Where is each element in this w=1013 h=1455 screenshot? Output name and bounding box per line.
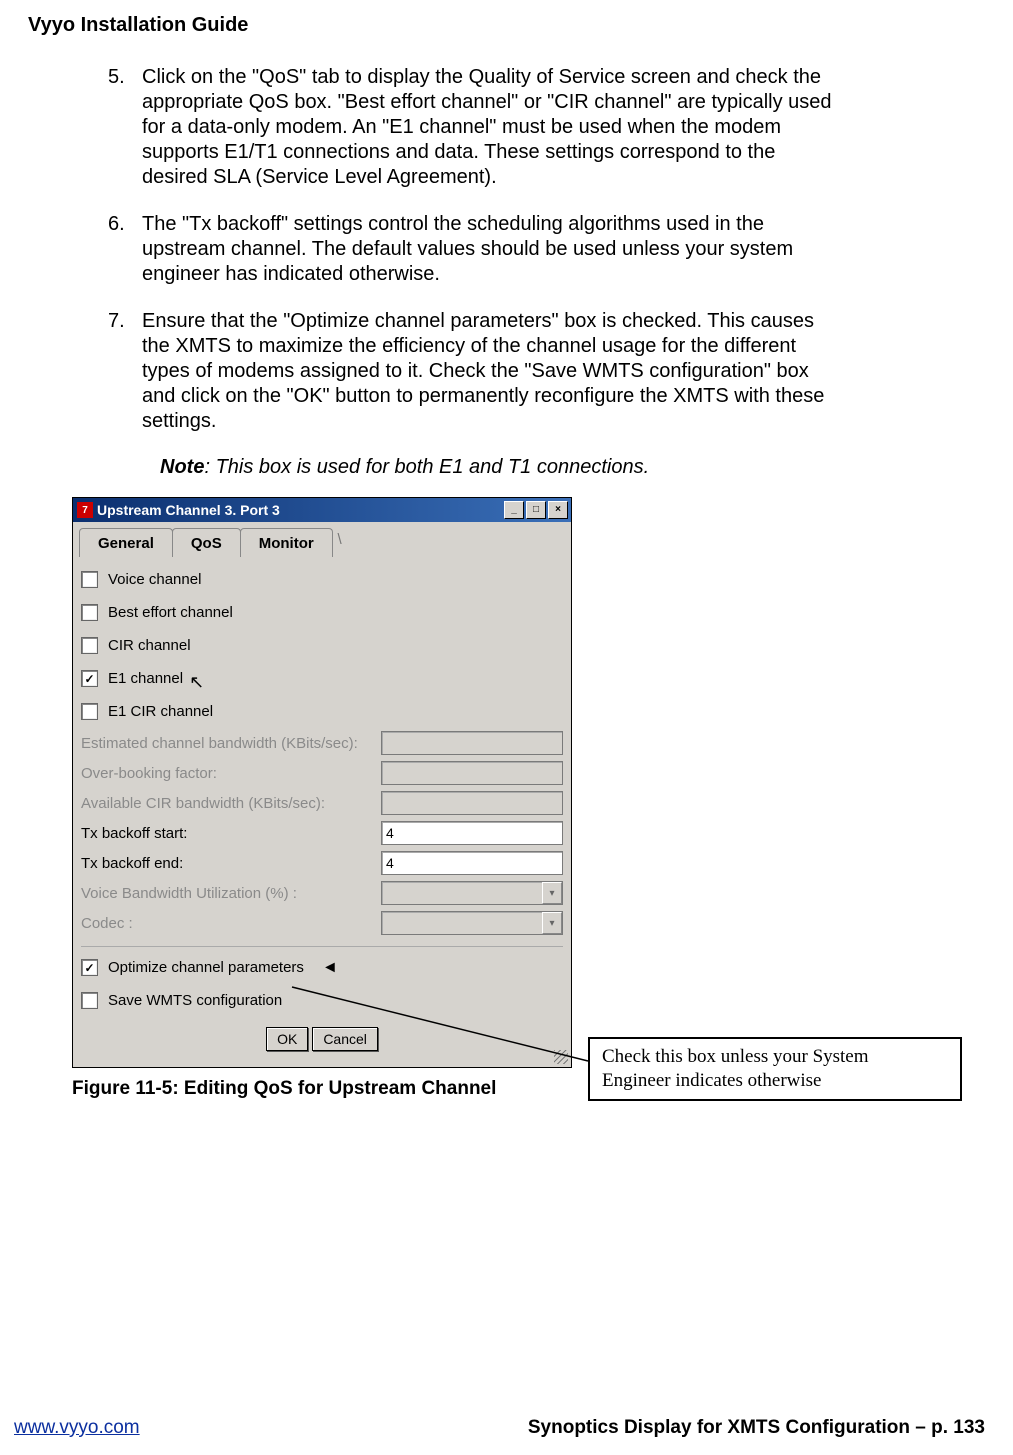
page-header: Vyyo Installation Guide xyxy=(28,14,985,37)
checkbox-label: E1 CIR channel xyxy=(108,703,213,720)
cancel-button[interactable]: Cancel xyxy=(312,1027,378,1051)
note-text: : This box is used for both E1 and T1 co… xyxy=(204,456,649,478)
field-overbooking: Over-booking factor: xyxy=(81,758,563,788)
checkbox-icon[interactable] xyxy=(81,703,98,720)
arrowhead-icon: ◄ xyxy=(322,959,338,977)
checkbox-row-best-effort[interactable]: Best effort channel xyxy=(81,596,563,629)
separator xyxy=(81,946,563,947)
checkbox-icon[interactable]: ✓ xyxy=(81,670,98,687)
checkbox-icon[interactable]: ✓ xyxy=(81,959,98,976)
note-line: Note: This box is used for both E1 and T… xyxy=(28,456,985,479)
list-text: Ensure that the "Optimize channel parame… xyxy=(142,309,845,434)
tab-label: General xyxy=(98,535,154,552)
field-tx-backoff-end: Tx backoff end: 4 xyxy=(81,848,563,878)
list-number: 6. xyxy=(108,212,142,287)
field-estimated-bandwidth: Estimated channel bandwidth (KBits/sec): xyxy=(81,728,563,758)
list-number: 5. xyxy=(108,65,142,190)
callout-box: Check this box unless your System Engine… xyxy=(588,1037,962,1101)
checkbox-label: E1 channel xyxy=(108,670,183,687)
text-input[interactable]: 4 xyxy=(381,851,563,875)
window-title: Upstream Channel 3. Port 3 xyxy=(97,502,280,518)
field-label: Estimated channel bandwidth (KBits/sec): xyxy=(81,735,381,752)
resize-grip-icon[interactable] xyxy=(554,1050,568,1064)
dropdown-input: ▾ xyxy=(381,911,563,935)
callout-text: Engineer indicates otherwise xyxy=(602,1069,948,1093)
list-item: 6. The "Tx backoff" settings control the… xyxy=(108,212,845,287)
dialog-window: 7 Upstream Channel 3. Port 3 _ □ × Gener… xyxy=(72,497,572,1068)
list-number: 7. xyxy=(108,309,142,434)
checkbox-row-save[interactable]: Save WMTS configuration xyxy=(81,984,563,1017)
app-icon: 7 xyxy=(77,502,93,518)
instruction-list: 5. Click on the "QoS" tab to display the… xyxy=(28,65,985,434)
tab-general[interactable]: General\ xyxy=(79,528,173,557)
checkbox-row-voice[interactable]: Voice channel xyxy=(81,563,563,596)
tab-label: QoS xyxy=(191,535,222,552)
checkbox-icon[interactable] xyxy=(81,571,98,588)
checkbox-row-optimize[interactable]: ✓ Optimize channel parameters ◄ xyxy=(81,951,563,984)
checkbox-label: Best effort channel xyxy=(108,604,233,621)
callout-text: Check this box unless your System xyxy=(602,1045,948,1069)
list-text: Click on the "QoS" tab to display the Qu… xyxy=(142,65,845,190)
list-text: The "Tx backoff" settings control the sc… xyxy=(142,212,845,287)
chevron-down-icon: ▾ xyxy=(542,912,562,934)
text-input[interactable]: 4 xyxy=(381,821,563,845)
field-tx-backoff-start: Tx backoff start: 4 xyxy=(81,818,563,848)
field-label: Over-booking factor: xyxy=(81,765,381,782)
list-item: 7. Ensure that the "Optimize channel par… xyxy=(108,309,845,434)
field-label: Tx backoff start: xyxy=(81,825,381,842)
field-codec: Codec : ▾ xyxy=(81,908,563,938)
checkbox-icon[interactable] xyxy=(81,992,98,1009)
tab-monitor[interactable]: Monitor\ xyxy=(240,528,333,557)
chevron-down-icon: ▾ xyxy=(542,882,562,904)
cursor-icon: ↖ xyxy=(189,672,204,693)
checkbox-label: CIR channel xyxy=(108,637,191,654)
checkbox-icon[interactable] xyxy=(81,604,98,621)
field-label: Tx backoff end: xyxy=(81,855,381,872)
field-label: Available CIR bandwidth (KBits/sec): xyxy=(81,795,381,812)
minimize-icon[interactable]: _ xyxy=(504,501,524,519)
checkbox-row-e1-cir[interactable]: E1 CIR channel xyxy=(81,695,563,728)
field-available-cir: Available CIR bandwidth (KBits/sec): xyxy=(81,788,563,818)
footer-url[interactable]: www.vyyo.com xyxy=(14,1417,140,1439)
dropdown-input: ▾ xyxy=(381,881,563,905)
checkbox-label: Voice channel xyxy=(108,571,201,588)
field-voice-utilization: Voice Bandwidth Utilization (%) : ▾ xyxy=(81,878,563,908)
note-label: Note xyxy=(160,456,204,478)
text-input xyxy=(381,791,563,815)
checkbox-icon[interactable] xyxy=(81,637,98,654)
checkbox-row-cir[interactable]: CIR channel xyxy=(81,629,563,662)
tab-qos[interactable]: QoS\ xyxy=(172,528,241,557)
checkbox-label: Save WMTS configuration xyxy=(108,992,282,1009)
ok-button[interactable]: OK xyxy=(266,1027,308,1051)
titlebar[interactable]: 7 Upstream Channel 3. Port 3 _ □ × xyxy=(73,498,571,522)
text-input xyxy=(381,731,563,755)
field-label: Codec : xyxy=(81,915,381,932)
field-label: Voice Bandwidth Utilization (%) : xyxy=(81,885,381,902)
checkbox-row-e1[interactable]: ✓ E1 channel ↖ xyxy=(81,662,563,695)
close-icon[interactable]: × xyxy=(548,501,568,519)
text-input xyxy=(381,761,563,785)
checkbox-label: Optimize channel parameters xyxy=(108,959,304,976)
list-item: 5. Click on the "QoS" tab to display the… xyxy=(108,65,845,190)
tab-label: Monitor xyxy=(259,535,314,552)
tabs-row: General\ QoS\ Monitor\ xyxy=(73,522,571,557)
maximize-icon[interactable]: □ xyxy=(526,501,546,519)
footer-page-info: Synoptics Display for XMTS Configuration… xyxy=(528,1417,985,1439)
